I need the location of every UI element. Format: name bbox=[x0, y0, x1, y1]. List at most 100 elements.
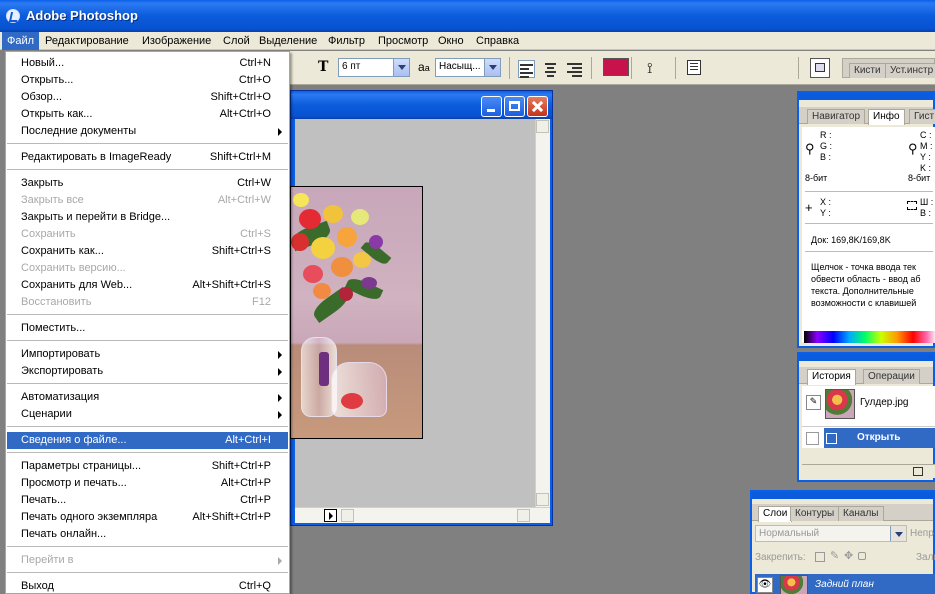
text-orientation-icon[interactable]: T bbox=[318, 59, 336, 77]
palettes-toggle-icon[interactable] bbox=[687, 60, 701, 75]
tab-info[interactable]: Инфо bbox=[868, 109, 905, 125]
menu-item-file-info[interactable]: Сведения о файле... Alt+Ctrl+I bbox=[7, 432, 288, 449]
opacity-label: Непр bbox=[910, 528, 934, 539]
menu-filter[interactable]: Фильтр bbox=[323, 32, 370, 50]
menu-item-page-setup[interactable]: Параметры страницы... Shift+Ctrl+P bbox=[7, 458, 288, 475]
tab-tool-presets[interactable]: Уст.инстр bbox=[885, 63, 935, 78]
tab-histogram[interactable]: Гист bbox=[909, 109, 935, 124]
menu-separator bbox=[7, 383, 288, 384]
horizontal-scrollbar[interactable] bbox=[295, 507, 550, 523]
menu-item-import[interactable]: Импортировать bbox=[7, 346, 288, 363]
menu-item-browse[interactable]: Обзор... Shift+Ctrl+O bbox=[7, 89, 288, 106]
history-panel: История Операции ✎ Гулдер.jpg Открыть bbox=[797, 352, 935, 482]
tool-hint-text: Щелчок - точка ввода тек обвести область… bbox=[811, 262, 921, 308]
menu-view[interactable]: Просмотр bbox=[373, 32, 433, 50]
tab-paths[interactable]: Контуры bbox=[790, 506, 840, 521]
menu-item-scripts[interactable]: Сценарии bbox=[7, 406, 288, 423]
scroll-left-icon[interactable] bbox=[341, 509, 354, 522]
history-state-marker[interactable] bbox=[806, 432, 819, 445]
tab-history[interactable]: История bbox=[807, 369, 856, 385]
panel-grip[interactable] bbox=[799, 354, 933, 361]
toolbar-divider bbox=[675, 57, 676, 79]
gift-bag-shape bbox=[331, 362, 387, 417]
menu-item-exit[interactable]: Выход Ctrl+Q bbox=[7, 578, 288, 594]
scroll-right-end-icon[interactable] bbox=[517, 509, 530, 522]
menu-layer[interactable]: Слой bbox=[218, 32, 255, 50]
lock-all-icon[interactable] bbox=[858, 552, 866, 560]
history-step-open[interactable]: Открыть bbox=[824, 428, 935, 448]
menu-item-close-all[interactable]: Закрыть все Alt+Ctrl+W bbox=[7, 192, 288, 209]
document-step-icon bbox=[826, 433, 837, 444]
maximize-icon[interactable] bbox=[504, 96, 525, 117]
scroll-down-icon[interactable] bbox=[536, 493, 549, 506]
layer-visibility-eye-icon[interactable]: 👁 bbox=[757, 577, 773, 593]
menu-separator bbox=[7, 572, 288, 573]
layer-thumbnail bbox=[780, 575, 808, 594]
menu-item-save-version[interactable]: Сохранить версию... bbox=[7, 260, 288, 277]
lock-transparency-icon[interactable] bbox=[815, 552, 825, 562]
vertical-scrollbar[interactable] bbox=[535, 119, 550, 507]
menu-item-close[interactable]: Закрыть Ctrl+W bbox=[7, 175, 288, 192]
menu-separator bbox=[7, 452, 288, 453]
scroll-right-icon[interactable] bbox=[324, 509, 337, 522]
menu-select[interactable]: Выделение bbox=[254, 32, 322, 50]
menu-item-print-preview[interactable]: Просмотр и печать... Alt+Ctrl+P bbox=[7, 475, 288, 492]
menu-item-save[interactable]: Сохранить Ctrl+S bbox=[7, 226, 288, 243]
menu-item-place[interactable]: Поместить... bbox=[7, 320, 288, 337]
font-size-select[interactable]: 6 пт bbox=[338, 58, 410, 77]
menu-item-imageready[interactable]: Редактировать в ImageReady Shift+Ctrl+M bbox=[7, 149, 288, 166]
layer-row-background[interactable]: 👁 Задний план bbox=[755, 574, 935, 594]
menu-item-recent[interactable]: Последние документы bbox=[7, 123, 288, 140]
panel-grip[interactable] bbox=[799, 93, 933, 100]
snapshot-brush-icon[interactable]: ✎ bbox=[806, 395, 821, 410]
new-document-icon[interactable] bbox=[913, 467, 923, 476]
align-center-icon[interactable] bbox=[543, 61, 558, 79]
tab-actions[interactable]: Операции bbox=[863, 369, 920, 384]
menu-help[interactable]: Справка bbox=[471, 32, 524, 50]
menu-item-close-go-bridge[interactable]: Закрыть и перейти в Bridge... bbox=[7, 209, 288, 226]
menu-item-new[interactable]: Новый... Ctrl+N bbox=[7, 55, 288, 72]
minimize-icon[interactable] bbox=[481, 96, 502, 117]
history-snapshot-row[interactable]: ✎ Гулдер.jpg bbox=[802, 386, 935, 426]
antialias-select[interactable]: Насыщ... bbox=[435, 58, 501, 77]
lock-pixels-icon[interactable]: ✎ bbox=[830, 549, 839, 562]
panel-grip[interactable] bbox=[752, 492, 933, 499]
menu-window[interactable]: Окно bbox=[433, 32, 469, 50]
close-icon[interactable] bbox=[527, 96, 548, 117]
toolbar-divider bbox=[631, 57, 632, 79]
menu-item-jump-to[interactable]: Перейти в bbox=[7, 552, 288, 569]
warp-text-icon[interactable]: ⟟ bbox=[647, 59, 665, 77]
menu-item-print[interactable]: Печать... Ctrl+P bbox=[7, 492, 288, 509]
menu-item-open[interactable]: Открыть... Ctrl+O bbox=[7, 72, 288, 89]
menu-item-save-for-web[interactable]: Сохранить для Web... Alt+Shift+Ctrl+S bbox=[7, 277, 288, 294]
menu-item-print-online[interactable]: Печать онлайн... bbox=[7, 526, 288, 543]
menu-image[interactable]: Изображение bbox=[137, 32, 216, 50]
menu-item-export[interactable]: Экспортировать bbox=[7, 363, 288, 380]
blend-mode-select[interactable]: Нормальный bbox=[755, 525, 907, 542]
align-left-icon[interactable] bbox=[518, 60, 535, 78]
submenu-arrow-icon bbox=[278, 368, 282, 376]
menu-item-revert[interactable]: Восстановить F12 bbox=[7, 294, 288, 311]
toolbar-divider bbox=[798, 57, 799, 79]
menu-edit[interactable]: Редактирование bbox=[40, 32, 134, 50]
align-right-icon[interactable] bbox=[567, 61, 582, 79]
info-panel: Навигатор Инфо Гист ⚲ R : G : B : ⚲ C : … bbox=[797, 91, 935, 348]
chevron-down-icon bbox=[393, 59, 409, 76]
menu-item-automate[interactable]: Автоматизация bbox=[7, 389, 288, 406]
text-color-swatch[interactable] bbox=[603, 58, 629, 76]
tab-layers[interactable]: Слои bbox=[758, 506, 793, 522]
tab-brushes[interactable]: Кисти bbox=[849, 63, 886, 78]
menu-separator bbox=[7, 340, 288, 341]
file-browser-icon[interactable] bbox=[810, 58, 830, 78]
menu-file[interactable]: Файл bbox=[2, 32, 40, 50]
menu-item-print-one-copy[interactable]: Печать одного экземпляра Alt+Shift+Ctrl+P bbox=[7, 509, 288, 526]
menu-item-save-as[interactable]: Сохранить как... Shift+Ctrl+S bbox=[7, 243, 288, 260]
color-spectrum-bar[interactable] bbox=[804, 331, 935, 343]
menu-separator bbox=[7, 546, 288, 547]
document-titlebar[interactable] bbox=[291, 91, 552, 119]
menu-item-open-as[interactable]: Открыть как... Alt+Ctrl+O bbox=[7, 106, 288, 123]
tab-navigator[interactable]: Навигатор bbox=[807, 109, 866, 124]
lock-position-icon[interactable]: ✥ bbox=[844, 549, 853, 562]
tab-channels[interactable]: Каналы bbox=[838, 506, 884, 521]
scroll-up-icon[interactable] bbox=[536, 120, 549, 133]
